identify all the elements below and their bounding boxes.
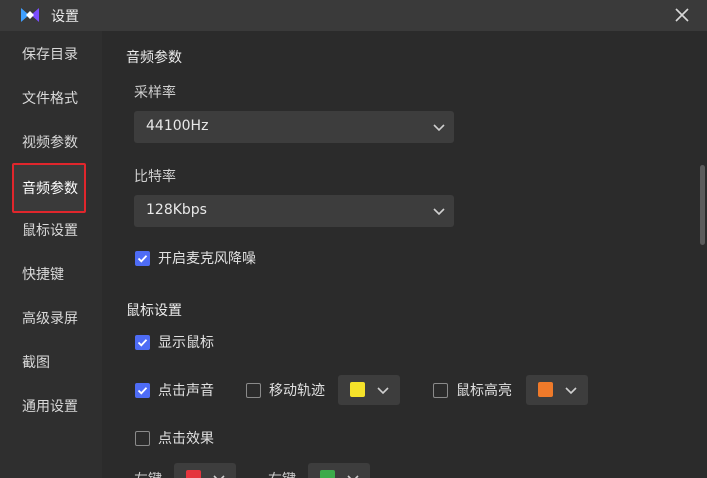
checkbox-checked-icon [135, 334, 150, 350]
mouse-section-title: 鼠标设置 [126, 303, 182, 319]
settings-content: 音频参数 采样率 44100Hz 比特率 128Kbps 开启麦克风降噪 鼠标设… [102, 31, 707, 478]
click-effect-label: 点击效果 [158, 431, 214, 447]
move-track-color-picker[interactable] [338, 375, 400, 405]
close-icon [675, 8, 689, 22]
sidebar-item-save-directory[interactable]: 保存目录 [0, 31, 102, 75]
chevron-down-icon [433, 208, 445, 216]
click-sound-label: 点击声音 [158, 383, 214, 399]
sidebar-item-general-settings[interactable]: 通用设置 [0, 383, 102, 427]
click-effect-checkbox[interactable]: 点击效果 [135, 429, 214, 447]
left-key-label: 左键 [134, 469, 162, 478]
sidebar-item-label: 鼠标设置 [22, 223, 78, 239]
color-swatch [186, 470, 201, 478]
sidebar-item-file-format[interactable]: 文件格式 [0, 75, 102, 119]
highlight-label: 鼠标高亮 [456, 383, 512, 399]
show-cursor-checkbox[interactable]: 显示鼠标 [135, 333, 214, 351]
sidebar-item-mouse-settings[interactable]: 鼠标设置 [0, 207, 102, 251]
sidebar-item-label: 截图 [22, 355, 50, 371]
chevron-down-icon [377, 387, 389, 395]
bitrate-value: 128Kbps [146, 202, 207, 218]
left-key-color-picker[interactable] [174, 463, 236, 478]
checkbox-unchecked-icon [135, 430, 150, 446]
audio-section-title: 音频参数 [126, 50, 182, 66]
sidebar-item-label: 快捷键 [22, 267, 64, 283]
highlight-checkbox[interactable]: 鼠标高亮 [433, 381, 512, 399]
sidebar-item-screenshot[interactable]: 截图 [0, 339, 102, 383]
noise-reduction-checkbox[interactable]: 开启麦克风降噪 [135, 249, 256, 267]
right-key-label: 右键 [268, 469, 296, 478]
sidebar-item-label: 高级录屏 [22, 311, 78, 327]
sidebar-item-label: 音频参数 [22, 181, 78, 197]
sidebar-item-video-params[interactable]: 视频参数 [0, 119, 102, 163]
highlight-color-picker[interactable] [526, 375, 588, 405]
checkbox-checked-icon [135, 250, 150, 266]
title-bar: 设置 [0, 0, 707, 31]
move-track-label: 移动轨迹 [269, 383, 325, 399]
app-logo-icon [21, 8, 39, 22]
color-swatch [320, 470, 335, 478]
move-track-checkbox[interactable]: 移动轨迹 [246, 381, 325, 399]
sidebar-item-shortcuts[interactable]: 快捷键 [0, 251, 102, 295]
click-sound-checkbox[interactable]: 点击声音 [135, 381, 214, 399]
show-cursor-label: 显示鼠标 [158, 335, 214, 351]
settings-sidebar: 保存目录 文件格式 视频参数 音频参数 鼠标设置 快捷键 高级录屏 截图 通用设… [0, 31, 102, 478]
scrollbar-thumb[interactable] [700, 165, 705, 245]
sidebar-item-label: 视频参数 [22, 135, 78, 151]
bitrate-label: 比特率 [134, 169, 176, 185]
bitrate-select[interactable]: 128Kbps [134, 195, 454, 227]
checkbox-unchecked-icon [433, 382, 448, 398]
checkbox-checked-icon [135, 382, 150, 398]
right-key-color-picker[interactable] [308, 463, 370, 478]
chevron-down-icon [433, 124, 445, 132]
sidebar-item-label: 文件格式 [22, 91, 78, 107]
color-swatch [350, 382, 365, 397]
chevron-down-icon [347, 475, 359, 478]
sidebar-item-advanced-recording[interactable]: 高级录屏 [0, 295, 102, 339]
sidebar-item-label: 保存目录 [22, 47, 78, 63]
sidebar-item-label: 通用设置 [22, 399, 78, 415]
checkbox-unchecked-icon [246, 382, 261, 398]
sample-rate-label: 采样率 [134, 85, 176, 101]
sample-rate-select[interactable]: 44100Hz [134, 111, 454, 143]
close-button[interactable] [670, 4, 694, 26]
chevron-down-icon [213, 475, 225, 478]
chevron-down-icon [565, 387, 577, 395]
sidebar-item-audio-params[interactable]: 音频参数 [12, 163, 86, 213]
color-swatch [538, 382, 553, 397]
window-title: 设置 [51, 9, 79, 25]
noise-reduction-label: 开启麦克风降噪 [158, 251, 256, 267]
sample-rate-value: 44100Hz [146, 118, 209, 134]
